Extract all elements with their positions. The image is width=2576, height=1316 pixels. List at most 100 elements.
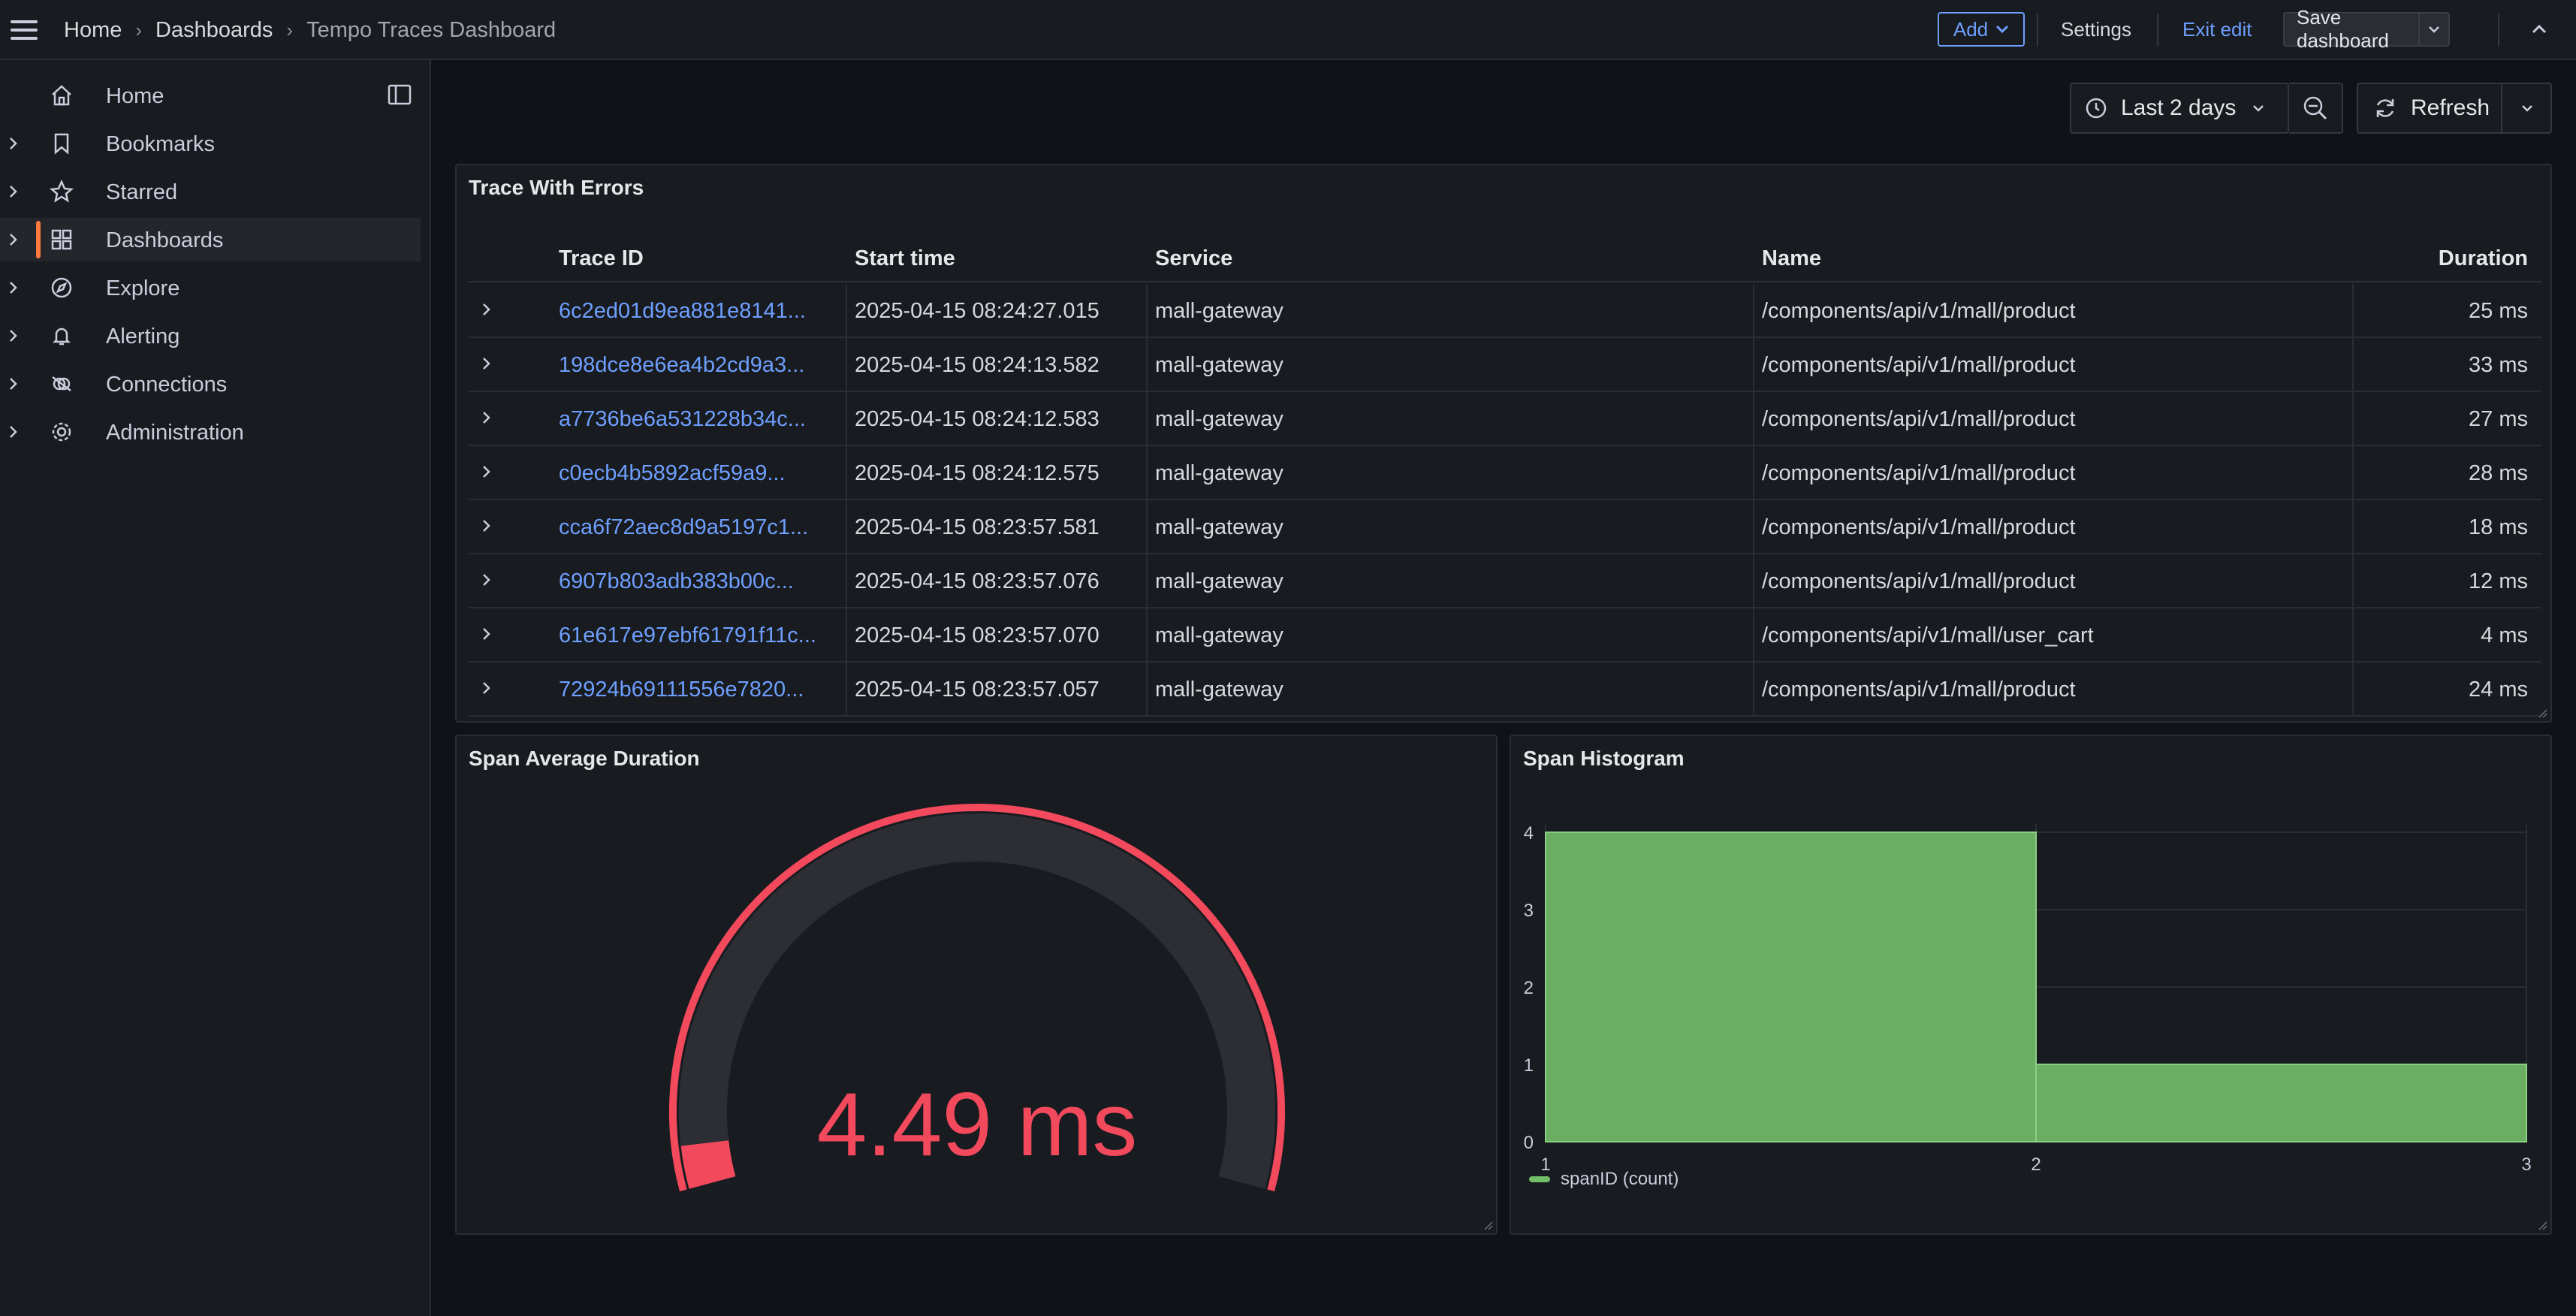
- divider: [2498, 14, 2499, 47]
- plug-icon: [52, 376, 71, 391]
- sidebar-item-home[interactable]: Home: [0, 74, 421, 117]
- table-row[interactable]: 61e617e97ebf61791f11c... 2025-04-15 08:23…: [469, 608, 2541, 663]
- duration-cell: 4 ms: [2481, 623, 2528, 647]
- cell-divider: [846, 284, 847, 338]
- expand-row-icon[interactable]: [478, 355, 496, 373]
- sidebar-item-connections[interactable]: Connections: [0, 362, 421, 406]
- panel-title: Trace With Errors: [469, 176, 644, 199]
- trace-id-link[interactable]: 72924b69111556e7820...: [559, 678, 804, 702]
- legend-swatch: [1529, 1176, 1550, 1182]
- start-time-cell: 2025-04-15 08:24:12.583: [855, 407, 1099, 431]
- menu-icon[interactable]: [9, 17, 39, 44]
- column-header-name[interactable]: Name: [1762, 246, 1821, 271]
- service-cell: mall-gateway: [1155, 461, 1283, 485]
- chevron-right-icon[interactable]: [5, 183, 23, 201]
- resize-handle-icon[interactable]: [1481, 1218, 1493, 1230]
- table-row[interactable]: cca6f72aec8d9a5197c1... 2025-04-15 08:23:…: [469, 500, 2541, 554]
- sidebar-item-label: Home: [106, 84, 164, 108]
- y-tick-label: 4: [1524, 823, 1534, 844]
- sidebar-item-dashboards[interactable]: Dashboards: [0, 218, 421, 261]
- cell-divider: [2352, 284, 2354, 338]
- collapse-topbar-button[interactable]: [2513, 12, 2565, 47]
- name-cell: /components/api/v1/mall/product: [1762, 515, 2076, 539]
- expand-row-icon[interactable]: [478, 300, 496, 318]
- sidebar-item-administration[interactable]: Administration: [0, 410, 421, 454]
- sidebar-item-alerting[interactable]: Alerting: [0, 314, 421, 358]
- refresh-interval-dropdown[interactable]: [2501, 83, 2552, 134]
- time-range-picker[interactable]: Last 2 days: [2070, 83, 2289, 134]
- trace-id-link[interactable]: 61e617e97ebf61791f11c...: [559, 623, 816, 648]
- table-row[interactable]: 72924b69111556e7820... 2025-04-15 08:23:5…: [469, 663, 2541, 717]
- add-button[interactable]: Add: [1938, 12, 2025, 47]
- chevron-right-icon[interactable]: [5, 231, 23, 249]
- resize-handle-icon[interactable]: [2535, 706, 2547, 718]
- breadcrumb-current: Tempo Traces Dashboard: [306, 17, 557, 42]
- expand-row-icon[interactable]: [478, 625, 496, 643]
- trace-id-link[interactable]: c0ecb4b5892acf59a9...: [559, 461, 786, 486]
- name-cell: /components/api/v1/mall/product: [1762, 353, 2076, 377]
- table-row[interactable]: 198dce8e6ea4b2cd9a3... 2025-04-15 08:24:1…: [469, 338, 2541, 392]
- cell-divider: [2352, 338, 2354, 392]
- chevron-right-icon[interactable]: [5, 327, 23, 345]
- cell-divider: [1146, 608, 1148, 663]
- sidebar-item-label: Explore: [106, 276, 180, 300]
- cell-divider: [846, 392, 847, 446]
- cell-divider: [846, 663, 847, 717]
- column-header-service[interactable]: Service: [1155, 246, 1232, 271]
- table-row[interactable]: a7736be6a531228b34c... 2025-04-15 08:24:1…: [469, 392, 2541, 446]
- cell-divider: [1753, 554, 1754, 608]
- resize-handle-icon[interactable]: [2535, 1218, 2547, 1230]
- settings-button[interactable]: Settings: [2043, 12, 2149, 47]
- sidebar-item-explore[interactable]: Explore: [0, 266, 421, 309]
- trace-id-link[interactable]: 6c2ed01d9ea881e8141...: [559, 299, 806, 324]
- divider: [2157, 14, 2158, 47]
- table-row[interactable]: c0ecb4b5892acf59a9... 2025-04-15 08:24:12…: [469, 446, 2541, 500]
- name-cell: /components/api/v1/mall/user_cart: [1762, 623, 2094, 647]
- cell-divider: [2352, 392, 2354, 446]
- span-histogram-panel: Span Histogram 01234123 spanID (count): [1510, 735, 2552, 1235]
- sidebar-item-starred[interactable]: Starred: [0, 170, 421, 213]
- expand-row-icon[interactable]: [478, 463, 496, 481]
- cell-divider: [1753, 392, 1754, 446]
- expand-row-icon[interactable]: [478, 517, 496, 535]
- chevron-right-icon[interactable]: [5, 423, 23, 441]
- duration-cell: 18 ms: [2469, 515, 2528, 539]
- column-header-trace-id[interactable]: Trace ID: [559, 246, 644, 271]
- duration-cell: 33 ms: [2469, 353, 2528, 377]
- expand-row-icon[interactable]: [478, 409, 496, 427]
- cell-divider: [1753, 663, 1754, 717]
- table-row[interactable]: 6c2ed01d9ea881e8141... 2025-04-15 08:24:2…: [469, 284, 2541, 338]
- exit-edit-button[interactable]: Exit edit: [2163, 12, 2272, 47]
- start-time-cell: 2025-04-15 08:23:57.057: [855, 678, 1099, 702]
- chevron-right-icon: ›: [286, 18, 294, 41]
- sidebar-item-label: Starred: [106, 180, 178, 204]
- trace-id-link[interactable]: cca6f72aec8d9a5197c1...: [559, 515, 808, 540]
- chevron-right-icon[interactable]: [5, 279, 23, 297]
- cell-divider: [846, 554, 847, 608]
- column-header-duration[interactable]: Duration: [2439, 246, 2528, 271]
- sidebar-item-label: Alerting: [106, 324, 180, 349]
- chevron-right-icon[interactable]: [5, 375, 23, 393]
- table-row[interactable]: 6907b803adb383b00c... 2025-04-15 08:23:57…: [469, 554, 2541, 608]
- trace-id-link[interactable]: 198dce8e6ea4b2cd9a3...: [559, 353, 804, 378]
- save-options-dropdown[interactable]: [2418, 14, 2448, 45]
- chevron-right-icon[interactable]: [5, 134, 23, 152]
- sidebar-item-bookmarks[interactable]: Bookmarks: [0, 122, 421, 165]
- chart-legend[interactable]: spanID (count): [1529, 1169, 1679, 1190]
- trace-id-link[interactable]: a7736be6a531228b34c...: [559, 407, 806, 432]
- breadcrumb-dashboards[interactable]: Dashboards: [155, 18, 273, 43]
- histogram-bar[interactable]: [2035, 1064, 2527, 1142]
- histogram-bar[interactable]: [1545, 832, 2037, 1142]
- zoom-out-button[interactable]: [2289, 83, 2343, 134]
- y-tick-label: 0: [1524, 1133, 1534, 1153]
- duration-cell: 27 ms: [2469, 407, 2528, 431]
- expand-row-icon[interactable]: [478, 571, 496, 589]
- expand-row-icon[interactable]: [478, 679, 496, 697]
- breadcrumb-home[interactable]: Home: [64, 18, 122, 43]
- divider: [2037, 14, 2038, 47]
- start-time-cell: 2025-04-15 08:23:57.076: [855, 569, 1099, 593]
- column-header-start-time[interactable]: Start time: [855, 246, 955, 271]
- save-dashboard-button[interactable]: Save dashboard: [2283, 6, 2450, 52]
- cell-divider: [2352, 554, 2354, 608]
- trace-id-link[interactable]: 6907b803adb383b00c...: [559, 569, 794, 594]
